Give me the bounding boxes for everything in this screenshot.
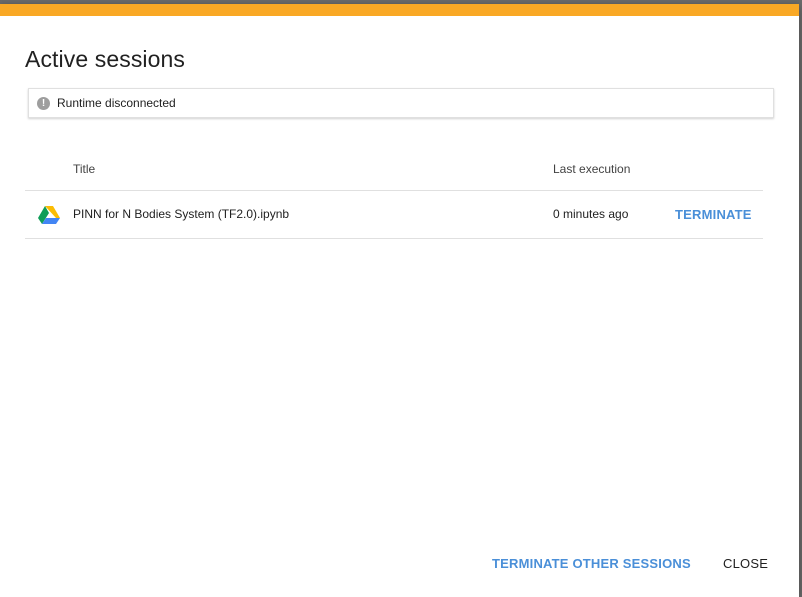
table-header: Title Last execution — [25, 144, 763, 191]
terminate-other-sessions-button[interactable]: TERMINATE OTHER SESSIONS — [492, 556, 691, 571]
dialog-accent-bar — [0, 4, 799, 16]
column-header-title: Title — [73, 162, 96, 176]
table-row: PINN for N Bodies System (TF2.0).ipynb 0… — [25, 191, 763, 239]
close-button[interactable]: CLOSE — [723, 556, 768, 571]
status-banner: ! Runtime disconnected — [28, 88, 774, 118]
status-text: Runtime disconnected — [57, 96, 176, 110]
terminate-button[interactable]: TERMINATE — [675, 207, 752, 222]
google-drive-icon — [38, 206, 60, 224]
column-header-last-execution: Last execution — [553, 162, 631, 176]
info-icon: ! — [37, 97, 50, 110]
dialog-title: Active sessions — [25, 46, 186, 72]
active-sessions-dialog: Active sessions ! Runtime disconnected T… — [0, 4, 799, 597]
session-last-execution: 0 minutes ago — [553, 207, 629, 221]
session-title: PINN for N Bodies System (TF2.0).ipynb — [73, 207, 290, 221]
sessions-table: Title Last execution PINN for N Bodies S… — [25, 144, 763, 239]
